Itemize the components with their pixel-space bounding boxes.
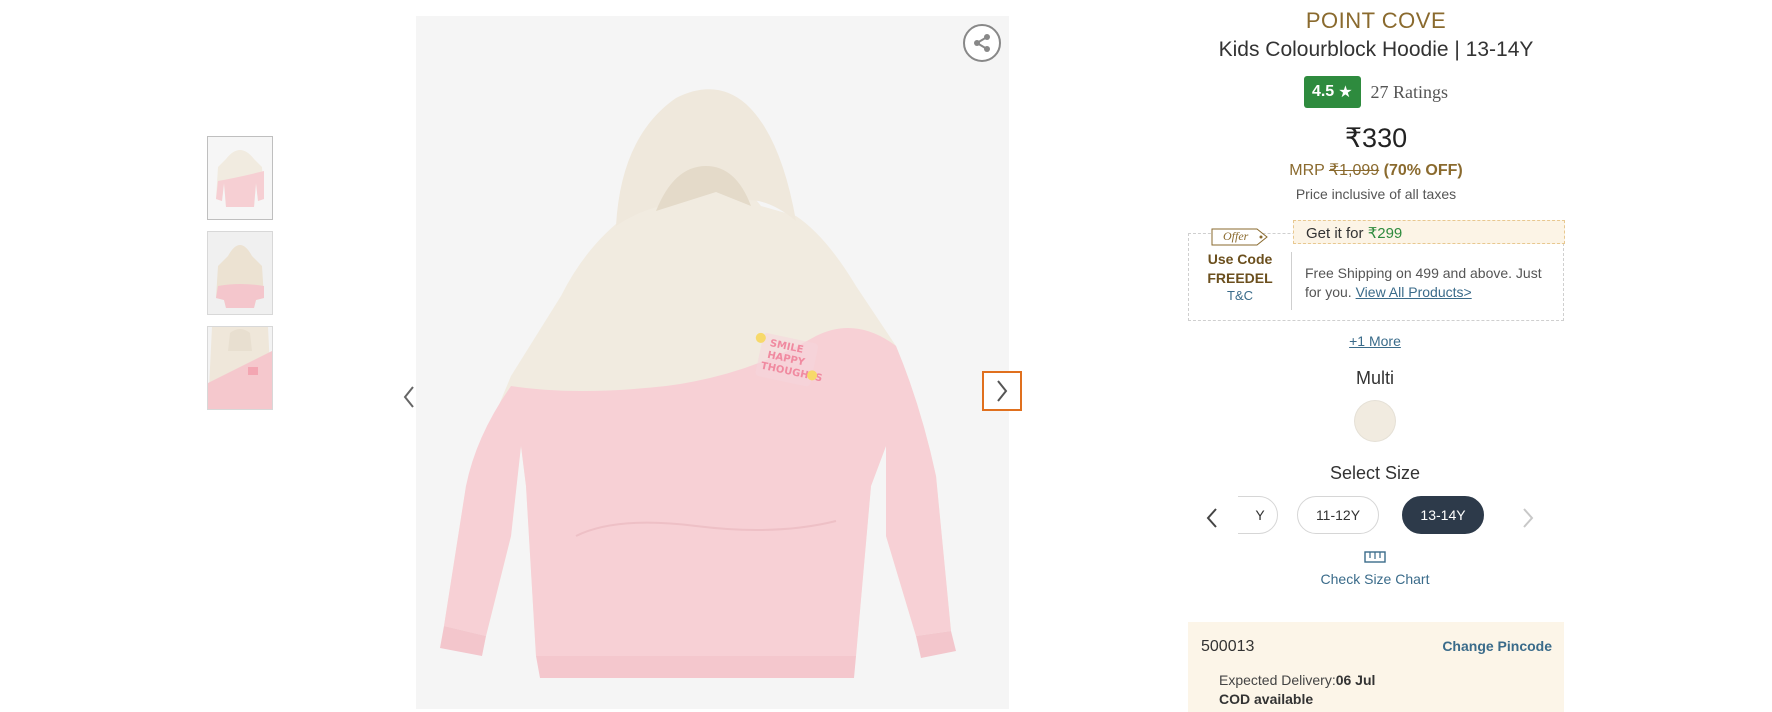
thumbnail-back[interactable] (207, 231, 273, 315)
pincode-value: 500013 (1201, 638, 1255, 655)
cod-availability: COD available (1219, 690, 1375, 709)
size-prev-button[interactable] (1200, 503, 1224, 533)
offer-code-section: Offer Use Code FREEDEL T&C (1189, 228, 1291, 320)
chevron-right-icon (997, 380, 1008, 402)
more-offers-link[interactable]: +1 More (1188, 333, 1562, 349)
mrp-row: MRP ₹1,099 (70% OFF) (1188, 160, 1564, 180)
thumbnail-list (207, 136, 273, 421)
size-chart-label: Check Size Chart (1320, 571, 1430, 587)
chevron-right-icon (1523, 508, 1534, 528)
ratings-count[interactable]: 27 Ratings (1371, 82, 1449, 103)
selling-price: ₹330 (1344, 123, 1408, 153)
offer-tag: Offer (1211, 227, 1268, 246)
get-it-label: Get it for (1306, 225, 1364, 242)
select-size-label: Select Size (1329, 463, 1421, 483)
product-title: Kids Colourblock Hoodie | 13-14Y (1218, 38, 1534, 61)
discount-percent: (70% OFF) (1383, 162, 1463, 179)
get-it-price: ₹299 (1367, 225, 1403, 242)
offer-box: Offer Use Code FREEDEL T&C Get it for ₹2… (1188, 220, 1565, 321)
expected-delivery-date: 06 Jul (1335, 672, 1376, 688)
hoodie-image: SMILE HAPPY THOUGHTS (416, 16, 1009, 709)
terms-link[interactable]: T&C (1189, 288, 1291, 303)
chevron-left-icon (403, 386, 414, 408)
use-code-label: Use Code (1207, 251, 1273, 267)
hoodie-closeup-thumbnail-image (208, 327, 272, 409)
image-next-button[interactable] (982, 371, 1022, 411)
size-option-11-12y[interactable]: 11-12Y (1297, 496, 1379, 534)
rating-badge[interactable]: 4.5 ★ (1303, 76, 1361, 108)
share-icon (974, 34, 990, 52)
size-options: Y 11-12Y 13-14Y (1238, 496, 1508, 536)
expected-delivery: Expected Delivery:06 Jul (1219, 671, 1375, 690)
ruler-icon (1364, 551, 1386, 563)
chevron-left-icon (1206, 508, 1217, 528)
size-option-partial[interactable]: Y (1238, 496, 1278, 534)
color-label: Multi (1355, 368, 1394, 388)
cod-text: COD available (1219, 691, 1314, 707)
thumbnail-closeup[interactable] (207, 326, 273, 410)
star-icon: ★ (1338, 84, 1353, 101)
hoodie-front-thumbnail-image (208, 137, 272, 219)
offer-tag-label: Offer (1223, 229, 1249, 243)
expected-delivery-label: Expected Delivery: (1219, 672, 1336, 688)
view-all-products-link[interactable]: View All Products> (1356, 284, 1472, 300)
delivery-info: Expected Delivery:06 Jul COD available (1219, 671, 1375, 709)
thumbnail-front[interactable] (207, 136, 273, 220)
color-swatch[interactable] (1355, 401, 1395, 441)
shipping-offer-text: Free Shipping on 499 and above. Just for… (1305, 264, 1555, 302)
size-option-13-14y[interactable]: 13-14Y (1402, 496, 1484, 534)
hoodie-back-thumbnail-image (208, 232, 272, 314)
size-chart-link[interactable]: Check Size Chart (1188, 550, 1562, 587)
size-option-partial-label: Y (1255, 507, 1265, 523)
use-code-text: Use Code FREEDEL (1189, 250, 1291, 288)
mrp-value: ₹1,099 (1328, 162, 1380, 179)
coupon-code: FREEDEL (1207, 270, 1273, 286)
tax-note: Price inclusive of all taxes (1295, 186, 1457, 202)
brand-name[interactable]: POINT COVE (1188, 8, 1564, 34)
size-next-button[interactable] (1516, 503, 1540, 533)
product-details-panel: POINT COVE Kids Colourblock Hoodie | 13-… (1188, 0, 1565, 712)
rating-value: 4.5 (1311, 83, 1335, 100)
get-it-for-banner: Get it for ₹299 (1293, 220, 1565, 244)
delivery-box: 500013 Change Pincode Expected Delivery:… (1188, 622, 1564, 712)
offer-divider (1291, 252, 1292, 310)
mrp-label: MRP (1289, 162, 1325, 179)
image-prev-button[interactable] (397, 381, 421, 413)
main-product-image: SMILE HAPPY THOUGHTS (416, 16, 1009, 709)
rating-row: 4.5 ★ 27 Ratings (1188, 76, 1564, 108)
share-button[interactable] (963, 24, 1001, 62)
change-pincode-button[interactable]: Change Pincode (1442, 638, 1552, 654)
